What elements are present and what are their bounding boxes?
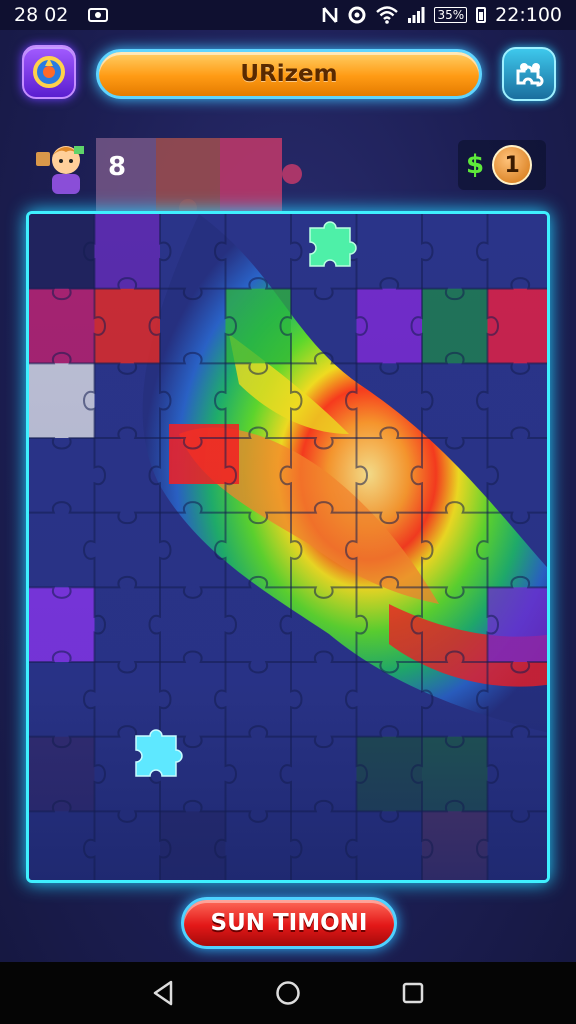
tray-piece [220,138,282,212]
dollar-icon: $ [466,150,485,180]
tray-piece-knob [282,164,302,184]
status-time-left: 28 02 [14,4,69,26]
system-nav-bar [0,962,576,1024]
start-button-label: SUN TIMONI [210,910,368,936]
wifi-icon [376,6,399,24]
home-circle-icon [276,981,300,1005]
loose-piece[interactable] [128,728,184,784]
nfc-icon [322,6,338,24]
battery-icon [476,7,487,23]
puzzle-settings-icon [516,63,544,87]
nav-home-button[interactable] [268,973,308,1013]
loose-piece[interactable] [302,220,358,272]
puzzle-board[interactable] [26,211,550,883]
battery-percent: 35% [434,7,468,23]
sync-icon [347,5,367,25]
puzzle-grid[interactable] [29,214,550,883]
mail-icon [88,8,109,22]
nav-back-button[interactable] [143,973,183,1013]
page-title: URizem [240,61,338,87]
player-score: 8 [108,152,127,182]
title-banner: URizem [96,49,482,99]
coin-counter: $ 1 [458,140,546,190]
start-button[interactable]: SUN TIMONI [181,897,397,949]
status-bar: 28 02 35% 22:100 [0,0,576,30]
profile-badge-icon [33,56,65,88]
signal-icon [407,6,425,24]
coin-badge: 1 [492,145,533,185]
tray-pieces [96,138,302,212]
settings-button[interactable] [502,47,556,101]
player-avatar [36,146,84,194]
nav-recents-button[interactable] [393,973,433,1013]
profile-button[interactable] [22,45,76,99]
status-clock: 22:100 [495,4,562,26]
recents-square-icon [403,982,424,1004]
back-triangle-icon [153,980,172,1006]
